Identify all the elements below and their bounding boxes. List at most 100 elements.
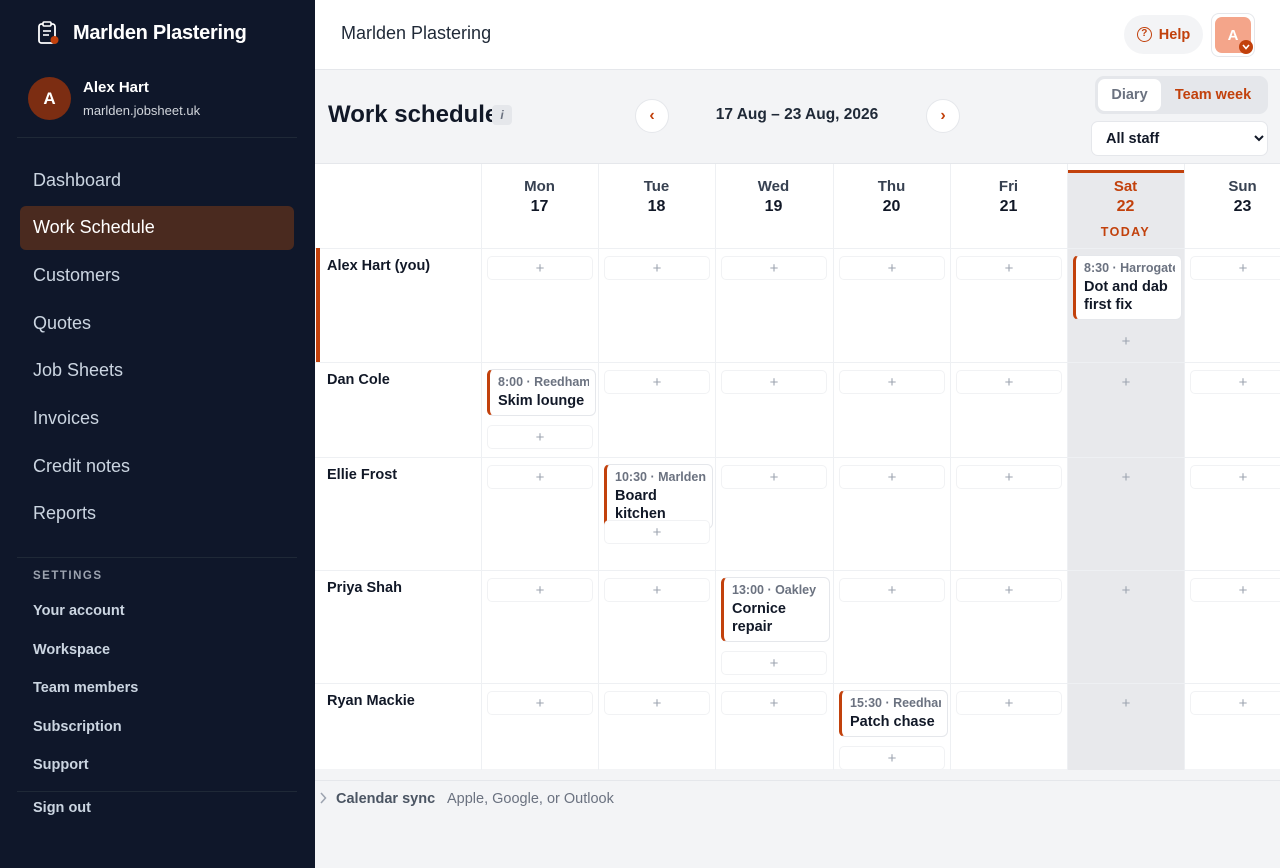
divider [17, 137, 297, 138]
day-header-sat: Sat 22 TODAY [1067, 164, 1184, 248]
staff-row-label: Ryan Mackie [327, 693, 415, 709]
add-job-button[interactable]: + [1073, 329, 1179, 353]
add-job-button[interactable]: + [604, 691, 710, 715]
brand[interactable]: Marlden Plastering [35, 20, 247, 46]
user-profile[interactable]: A Alex Hart marlden.jobsheet.uk [28, 77, 200, 120]
add-job-button[interactable]: + [956, 691, 1062, 715]
day-name: Sat [1113, 178, 1138, 195]
settings-item-support[interactable]: Support [33, 746, 138, 785]
job-card[interactable]: 8:30 · Harrogate Dot and dab first fix [1073, 255, 1182, 320]
staff-row-label: Alex Hart (you) [327, 258, 431, 274]
add-job-button[interactable]: + [721, 651, 827, 675]
sidebar-item-work-schedule[interactable]: Work Schedule [20, 205, 294, 250]
account-menu-button[interactable]: A [1211, 13, 1255, 57]
info-icon[interactable]: i [492, 105, 512, 125]
add-job-button[interactable]: + [839, 465, 945, 489]
sidebar-item-dashboard[interactable]: Dashboard [20, 158, 294, 202]
day-number: 17 [530, 198, 549, 215]
add-job-button[interactable]: + [956, 256, 1062, 280]
day-header-sun: Sun 23 [1184, 164, 1280, 248]
add-job-button[interactable]: + [721, 370, 827, 394]
calendar-sync-subtitle: Apple, Google, or Outlook [447, 791, 614, 807]
staff-filter-select[interactable]: All staff [1091, 121, 1268, 156]
day-number: 21 [999, 198, 1018, 215]
page-title: Work schedule [328, 101, 499, 128]
add-job-button[interactable]: + [839, 370, 945, 394]
team-week-view-tab[interactable]: Team week [1161, 79, 1265, 111]
add-job-button[interactable]: + [721, 256, 827, 280]
row-divider [315, 248, 1280, 249]
chevron-right-icon[interactable] [319, 792, 327, 807]
add-job-button[interactable]: + [604, 256, 710, 280]
add-job-button[interactable]: + [839, 256, 945, 280]
job-time-location: 8:00 · Reedham [498, 375, 589, 389]
day-number: 22 [1116, 198, 1135, 215]
job-card[interactable]: 8:00 · Reedham Skim lounge [487, 369, 596, 416]
add-job-button[interactable]: + [604, 370, 710, 394]
add-job-button[interactable]: + [487, 465, 593, 489]
add-job-button[interactable]: + [1190, 465, 1280, 489]
sidebar-item-reports[interactable]: Reports [20, 492, 294, 536]
today-badge: TODAY [1100, 225, 1151, 239]
sidebar-item-job-sheets[interactable]: Job Sheets [20, 349, 294, 393]
job-title: Patch chase [850, 714, 935, 730]
day-header-tue: Tue 18 [598, 164, 715, 248]
next-week-button[interactable]: › [926, 99, 960, 133]
help-label: Help [1158, 26, 1191, 43]
settings-item-team-members[interactable]: Team members [33, 669, 138, 708]
add-job-button[interactable]: + [487, 256, 593, 280]
add-job-button[interactable]: + [956, 370, 1062, 394]
sidebar-item-quotes[interactable]: Quotes [20, 301, 294, 345]
sidebar-item-credit-notes[interactable]: Credit notes [20, 444, 294, 488]
job-title: Dot and dab first fix [1084, 279, 1168, 313]
add-job-button[interactable]: + [1073, 370, 1179, 394]
day-name: Mon [524, 178, 555, 195]
settings-item-workspace[interactable]: Workspace [33, 631, 138, 670]
settings-item-your-account[interactable]: Your account [33, 592, 138, 631]
help-button[interactable]: ? Help [1124, 15, 1203, 54]
job-card[interactable]: 13:00 · Oakley Cornice repair [721, 577, 830, 642]
day-header-wed: Wed 19 [715, 164, 832, 248]
add-job-button[interactable]: + [1190, 370, 1280, 394]
add-job-button[interactable]: + [487, 691, 593, 715]
day-number: 18 [647, 198, 666, 215]
staff-row-label: Dan Cole [327, 372, 390, 388]
add-job-button[interactable]: + [604, 578, 710, 602]
add-job-button[interactable]: + [956, 578, 1062, 602]
main-nav: Dashboard Work Schedule Customers Quotes Job… [20, 158, 294, 540]
job-card[interactable]: 15:30 · Reedham Patch chase [839, 690, 948, 737]
job-time-location: 10:30 · Marlden [615, 470, 706, 484]
day-name: Wed [757, 178, 790, 195]
add-job-button[interactable]: + [956, 465, 1062, 489]
day-number: 19 [764, 198, 783, 215]
calendar-sync-toggle[interactable]: Calendar sync [336, 791, 435, 807]
diary-view-tab[interactable]: Diary [1098, 79, 1161, 111]
add-job-button[interactable]: + [1073, 691, 1179, 715]
add-job-button[interactable]: + [839, 578, 945, 602]
add-job-button[interactable]: + [721, 465, 827, 489]
sidebar-item-customers[interactable]: Customers [20, 253, 294, 297]
add-job-button[interactable]: + [721, 691, 827, 715]
add-job-button[interactable]: + [487, 425, 593, 449]
add-job-button[interactable]: + [487, 578, 593, 602]
previous-week-button[interactable]: ‹ [635, 99, 669, 133]
day-number: 20 [882, 198, 901, 215]
sidebar-item-invoices[interactable]: Invoices [20, 396, 294, 440]
add-job-button[interactable]: + [839, 746, 945, 770]
day-name: Fri [998, 178, 1019, 195]
column-divider [598, 164, 599, 770]
column-divider [950, 164, 951, 770]
schedule-grid: Mon 17 Tue 18 Wed 19 Thu 20 Fri 21 Sat 22 TODAY Sun 23… [315, 163, 1280, 770]
column-divider [715, 164, 716, 770]
add-job-button[interactable]: + [1190, 578, 1280, 602]
settings-item-subscription[interactable]: Subscription [33, 708, 138, 747]
column-divider [481, 164, 482, 770]
add-job-button[interactable]: + [1073, 465, 1179, 489]
add-job-button[interactable]: + [1073, 578, 1179, 602]
add-job-button[interactable]: + [604, 520, 710, 544]
add-job-button[interactable]: + [1190, 256, 1280, 280]
job-title: Cornice repair [732, 601, 786, 635]
sign-out-link[interactable]: Sign out [33, 800, 91, 816]
divider [17, 557, 297, 558]
add-job-button[interactable]: + [1190, 691, 1280, 715]
